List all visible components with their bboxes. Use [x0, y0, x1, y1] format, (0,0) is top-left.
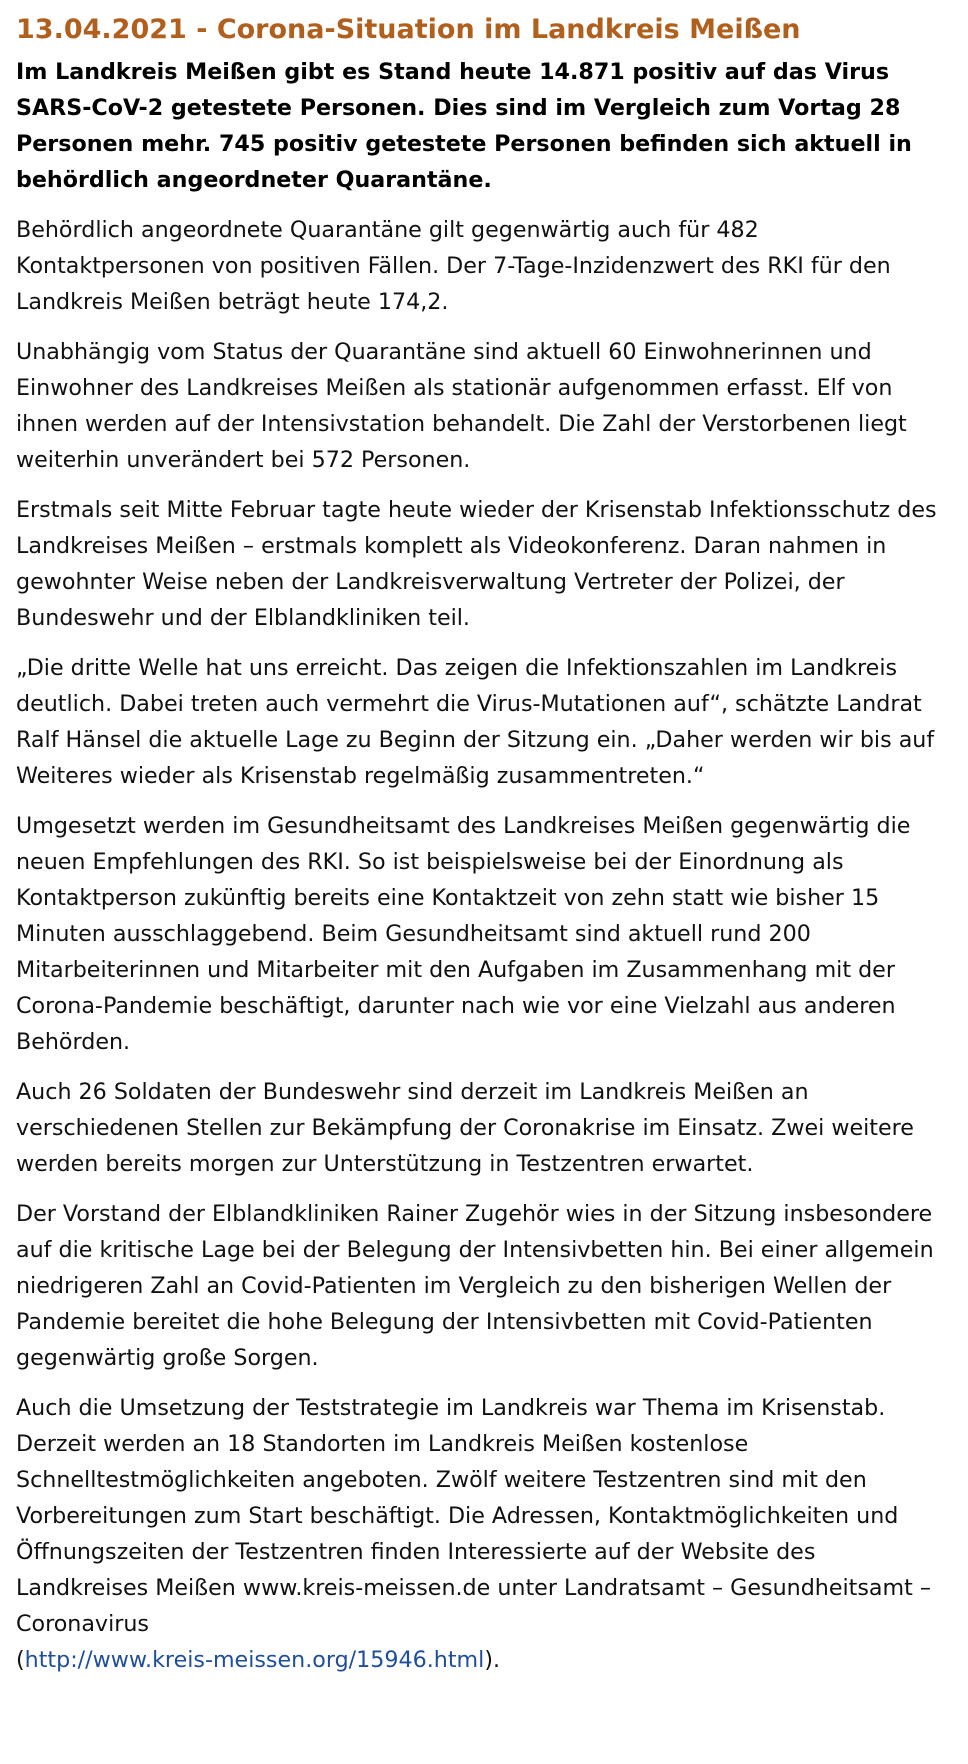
- paragraph-crisis-staff: Erstmals seit Mitte Februar tagte heute …: [16, 497, 937, 631]
- article: 13.04.2021 - Corona-Situation im Landkre…: [0, 0, 968, 1678]
- open-paren: (: [16, 1647, 25, 1673]
- article-title: 13.04.2021 - Corona-Situation im Landkre…: [16, 14, 801, 45]
- paragraph-soldiers: Auch 26 Soldaten der Bundeswehr sind der…: [16, 1079, 914, 1177]
- article-lead: Im Landkreis Meißen gibt es Stand heute …: [16, 59, 912, 193]
- test-strategy-text: Auch die Umsetzung der Teststrategie im …: [16, 1395, 931, 1637]
- paragraph-hospital: Unabhängig vom Status der Quarantäne sin…: [16, 339, 907, 473]
- paragraph-quote: „Die dritte Welle hat uns erreicht. Das …: [16, 655, 935, 789]
- paragraph-clinics: Der Vorstand der Elblandkliniken Rainer …: [16, 1201, 934, 1371]
- paragraph-test-strategy: Auch die Umsetzung der Teststrategie im …: [16, 1390, 952, 1678]
- close-paren: ).: [484, 1647, 501, 1673]
- paragraph-health-office: Umgesetzt werden im Gesundheitsamt des L…: [16, 813, 911, 1055]
- paragraph-quarantine: Behördlich angeordnete Quarantäne gilt g…: [16, 217, 891, 315]
- coronavirus-page-link[interactable]: http://www.kreis-meissen.org/15946.html: [25, 1647, 485, 1673]
